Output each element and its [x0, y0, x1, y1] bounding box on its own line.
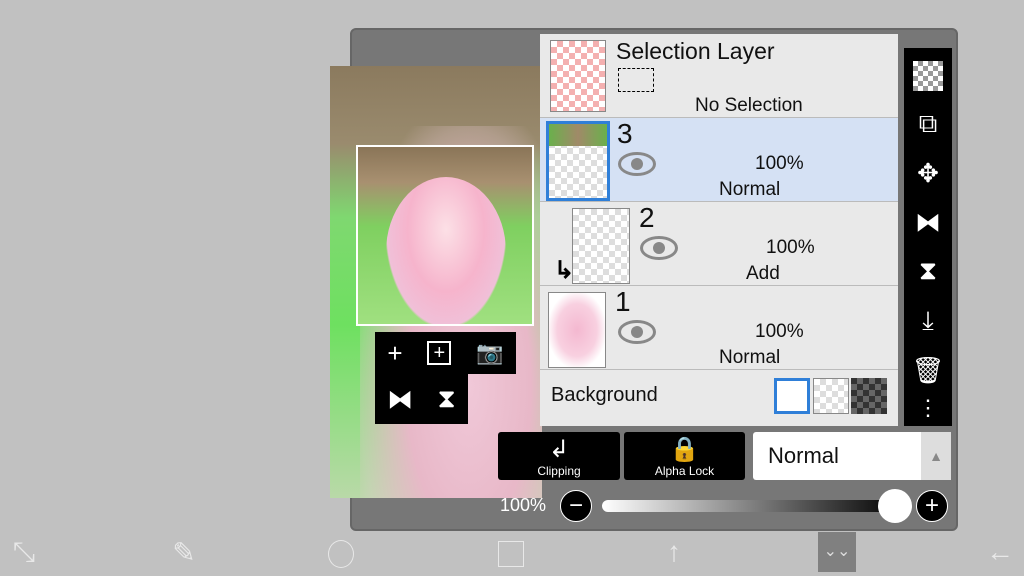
layer-row[interactable]: 1 100% Normal: [540, 286, 898, 370]
clipping-label: Clipping: [537, 464, 581, 478]
camera-icon[interactable]: 📷: [476, 340, 503, 366]
upload-arrow-icon[interactable]: ↑: [654, 536, 694, 568]
clipping-button[interactable]: ↲ Clipping: [498, 432, 620, 480]
back-arrow-icon[interactable]: ←: [980, 536, 1020, 568]
opacity-increase-button[interactable]: +: [916, 490, 948, 522]
layer-tools-bar: ⧉ ✥ ⧓ ⧗ ⤓ 🗑 ⋮: [904, 48, 952, 426]
transform-tool-icon[interactable]: ⤡: [4, 536, 44, 569]
layer-thumbnail: [548, 292, 606, 368]
clipping-arrow-icon: ↲: [548, 436, 570, 463]
layer-thumbnail: [572, 208, 630, 284]
layer-list: Selection Layer No Selection 3 100% Norm…: [540, 34, 898, 426]
flip-canvas-horizontal-icon[interactable]: ⧓: [387, 384, 413, 415]
blend-mode-select[interactable]: Normal ▲: [753, 432, 951, 480]
canvas-thumbnail[interactable]: [356, 145, 534, 326]
opacity-decrease-button[interactable]: −: [560, 490, 592, 522]
swap-layer-icon[interactable]: ⧉: [919, 108, 938, 140]
color-circle-icon[interactable]: [328, 540, 354, 568]
dropdown-arrow-icon: ▲: [921, 432, 951, 480]
canvas-flip-toolbar: ⧓ ⧗: [375, 374, 468, 424]
visibility-eye-icon[interactable]: [618, 152, 656, 176]
selection-status: No Selection: [695, 95, 803, 116]
layer-opacity: 100%: [755, 153, 804, 174]
trash-icon[interactable]: 🗑: [911, 355, 944, 386]
layer-add-toolbar: + + 📷: [375, 332, 516, 374]
more-icon[interactable]: ⋮: [917, 397, 939, 419]
opacity-slider-handle[interactable]: [878, 489, 912, 523]
selection-thumbnail: [550, 40, 606, 112]
move-icon[interactable]: ✥: [917, 158, 939, 189]
blend-mode-value: Normal: [768, 443, 839, 468]
selection-layer-name: Selection Layer: [616, 38, 775, 64]
background-dark-option[interactable]: [851, 378, 887, 414]
layer-row[interactable]: 3 100% Normal: [540, 118, 898, 202]
duplicate-layer-icon[interactable]: +: [427, 341, 452, 365]
collapse-chevron-icon[interactable]: ⌄⌄: [818, 532, 856, 572]
layer-blend-mode: Normal: [719, 347, 781, 368]
alpha-lock-button[interactable]: 🔒 Alpha Lock: [624, 432, 745, 480]
opacity-slider[interactable]: [602, 500, 902, 512]
alpha-lock-label: Alpha Lock: [654, 464, 715, 478]
flip-vertical-icon[interactable]: ⧗: [919, 255, 937, 287]
opacity-label: 100%: [500, 495, 547, 515]
layers-square-icon[interactable]: [498, 541, 524, 567]
layer-number: 3: [617, 118, 633, 149]
selection-marquee-icon: [618, 68, 654, 92]
background-row: Background: [540, 370, 898, 426]
selection-layer[interactable]: Selection Layer No Selection: [540, 34, 898, 118]
layer-row[interactable]: ↳ 2 100% Add: [540, 202, 898, 286]
merge-down-icon[interactable]: ⤓: [922, 305, 934, 337]
layer-blend-mode: Add: [746, 263, 780, 284]
visibility-eye-icon[interactable]: [618, 320, 656, 344]
layer-opacity: 100%: [766, 237, 815, 258]
checker-icon[interactable]: [913, 60, 943, 91]
brush-icon[interactable]: ✎: [164, 536, 204, 569]
layer-blend-mode: Normal: [719, 179, 781, 200]
layer-opacity: 100%: [755, 321, 804, 342]
flip-canvas-vertical-icon[interactable]: ⧗: [438, 383, 456, 415]
background-label: Background: [551, 384, 658, 406]
layer-thumbnail: [546, 121, 610, 201]
background-white-option[interactable]: [774, 378, 810, 414]
add-layer-icon[interactable]: +: [387, 338, 402, 369]
lock-icon: 🔒: [669, 436, 700, 463]
layer-number: 2: [639, 202, 655, 233]
visibility-eye-icon[interactable]: [640, 236, 678, 260]
flip-horizontal-icon[interactable]: ⧓: [915, 207, 941, 238]
background-transparent-option[interactable]: [813, 378, 849, 414]
layer-number: 1: [615, 286, 631, 317]
